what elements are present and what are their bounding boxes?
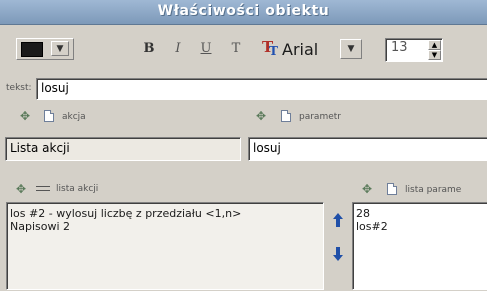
arrow-down-icon[interactable] — [333, 247, 343, 261]
tekst-label: tekst: — [6, 83, 32, 93]
list-item[interactable]: Napisowi 2 — [10, 220, 323, 233]
list-item[interactable]: los#2 — [356, 220, 487, 233]
akcja-field[interactable]: Lista akcji — [5, 137, 241, 161]
font-name-label: Arial — [282, 40, 319, 59]
tekst-input[interactable]: losuj — [36, 78, 487, 100]
lista-akcji-label: lista akcji — [56, 184, 99, 194]
font-dropdown-button[interactable]: ▼ — [340, 39, 362, 59]
plain-text-button[interactable]: T — [228, 40, 244, 58]
parametr-label: parametr — [299, 112, 341, 122]
lista-param-list[interactable]: 28 los#2 — [352, 202, 487, 290]
arrow-up-icon[interactable] — [333, 213, 343, 227]
lista-param-label: lista parame — [405, 185, 462, 195]
window-title: Właściwości obiektu — [157, 3, 330, 19]
document-icon — [281, 110, 291, 122]
italic-button[interactable]: I — [170, 40, 186, 58]
tekst-value: losuj — [41, 81, 69, 95]
list-icon — [36, 184, 50, 194]
font-size-value: 13 — [391, 40, 408, 55]
underline-button[interactable]: U — [198, 40, 214, 58]
move-icon[interactable]: ✥ — [256, 110, 268, 122]
spin-up-button[interactable]: ▲ — [428, 40, 441, 50]
color-swatch — [21, 42, 43, 57]
spin-down-button[interactable]: ▼ — [428, 50, 441, 60]
document-icon — [44, 110, 54, 122]
lista-akcji-list[interactable]: los #2 - wylosuj liczbę z przedziału <1,… — [6, 202, 324, 290]
akcja-label: akcja — [62, 112, 86, 122]
list-item[interactable]: los #2 - wylosuj liczbę z przedziału <1,… — [10, 207, 323, 220]
font-size-field[interactable]: 13 ▲ ▼ — [385, 38, 443, 62]
list-item[interactable]: 28 — [356, 207, 487, 220]
color-picker[interactable]: ▼ — [16, 38, 74, 60]
chevron-down-icon[interactable]: ▼ — [51, 41, 69, 56]
move-icon[interactable]: ✥ — [16, 183, 28, 195]
parametr-value: losuj — [253, 141, 281, 155]
title-bar: Właściwości obiektu — [0, 0, 487, 25]
move-icon[interactable]: ✥ — [362, 183, 374, 195]
document-icon — [387, 183, 397, 195]
font-type-icon: T T — [262, 38, 278, 58]
parametr-field[interactable]: losuj — [248, 137, 487, 161]
bold-button[interactable]: B — [141, 40, 157, 58]
akcja-value: Lista akcji — [10, 141, 70, 155]
move-icon[interactable]: ✥ — [20, 110, 32, 122]
